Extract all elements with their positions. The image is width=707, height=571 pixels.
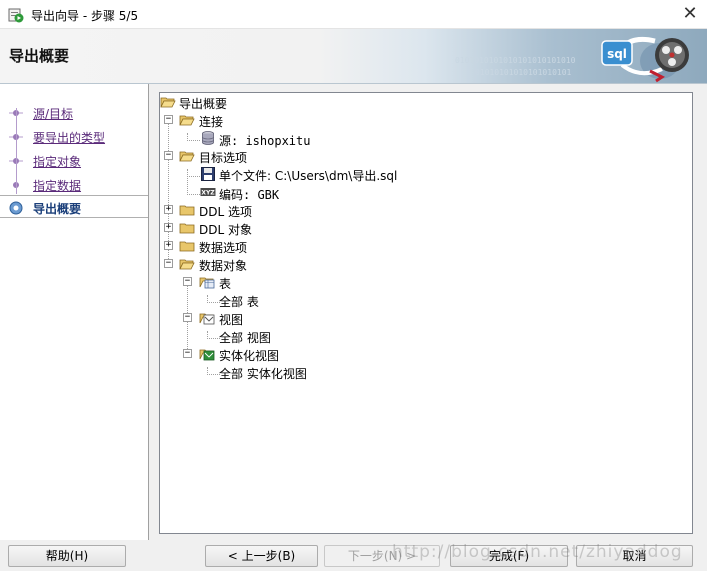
- collapse-toggle[interactable]: −: [183, 349, 192, 358]
- tree-node-ddl-objects[interactable]: + DDL 对象: [160, 219, 460, 237]
- tree-node-single-file[interactable]: 单个文件: C:\Users\dm\导出.sql: [160, 165, 540, 183]
- header-binary-text: 0101010101010101010101010: [455, 56, 576, 65]
- tree-node-label: 全部 表: [219, 295, 259, 309]
- tree-node-label: DDL 选项: [199, 205, 252, 219]
- tree-node-materialized-views[interactable]: − 实体化视图: [160, 345, 460, 363]
- collapse-toggle[interactable]: −: [164, 151, 173, 160]
- step-current-icon: [9, 201, 23, 215]
- steps-connector: [16, 108, 17, 194]
- collapse-toggle[interactable]: −: [183, 277, 192, 286]
- tree-node-encoding[interactable]: XYZ 编码: GBK: [160, 183, 460, 202]
- watermark-text: http://blog.csdn.net/zhiyaddog: [392, 542, 683, 562]
- summary-tree: 导出概要 − 连接 源: ishopxitu − 目标选项 单个文件: C:\U…: [159, 92, 693, 534]
- header-binary-text-2: 01010101010101010101: [475, 68, 572, 77]
- tree-node-tables[interactable]: − 表: [160, 273, 460, 291]
- tree-node-all-materialized-views[interactable]: 全部 实体化视图: [160, 363, 460, 381]
- tree-node-label: 全部 视图: [219, 331, 271, 345]
- collapse-toggle[interactable]: −: [164, 115, 173, 124]
- expand-toggle[interactable]: +: [164, 223, 173, 232]
- svg-text:sql: sql: [607, 47, 627, 61]
- folder-icon: [179, 223, 195, 234]
- collapse-toggle[interactable]: −: [164, 259, 173, 268]
- tree-node-data-options[interactable]: + 数据选项: [160, 237, 460, 255]
- open-folder-icon: [160, 97, 176, 108]
- tree-node-label: 数据对象: [199, 259, 248, 273]
- tree-node-target-options[interactable]: − 目标选项: [160, 147, 460, 165]
- tree-node-label: 实体化视图: [219, 349, 280, 363]
- encoding-icon: XYZ: [200, 188, 216, 197]
- close-button[interactable]: ✕: [673, 0, 707, 29]
- step-export-summary[interactable]: 导出概要: [0, 195, 148, 218]
- tree-node-label: 连接: [199, 115, 224, 129]
- title-bar: 导出向导 - 步骤 5/5 ✕: [0, 0, 707, 29]
- tree-node-connection[interactable]: − 连接: [160, 111, 460, 129]
- tree-node-label: 数据选项: [199, 241, 248, 255]
- tree-node-label: 全部 实体化视图: [219, 367, 307, 381]
- step-label[interactable]: 要导出的类型: [33, 129, 105, 146]
- save-disk-icon: [201, 167, 215, 181]
- svg-text:XYZ: XYZ: [201, 190, 215, 197]
- step-specify-data[interactable]: 指定数据: [0, 173, 148, 195]
- tree-node-label: 导出概要: [179, 97, 228, 111]
- tree-node-label: 单个文件: C:\Users\dm\导出.sql: [219, 169, 398, 183]
- tree-node-data-objects[interactable]: − 数据对象: [160, 255, 460, 273]
- step-source-target[interactable]: 源/目标: [0, 101, 148, 123]
- step-label[interactable]: 指定对象: [33, 153, 81, 170]
- back-button[interactable]: < 上一步(B): [205, 545, 318, 567]
- tree-node-label: DDL 对象: [199, 223, 252, 237]
- collapse-toggle[interactable]: −: [183, 313, 192, 322]
- export-wizard-icon: [8, 8, 24, 23]
- open-folder-icon: [179, 151, 195, 162]
- tree-node-root[interactable]: 导出概要: [160, 93, 460, 111]
- tree-node-ddl-options[interactable]: + DDL 选项: [160, 201, 460, 219]
- table-folder-icon: [199, 277, 215, 289]
- folder-icon: [179, 205, 195, 216]
- step-label[interactable]: 指定数据: [33, 177, 81, 194]
- materialized-view-folder-icon: [199, 349, 215, 361]
- step-specify-objects[interactable]: 指定对象: [0, 149, 148, 171]
- page-title: 导出概要: [9, 47, 70, 65]
- open-folder-icon: [179, 115, 195, 126]
- wizard-steps-sidebar: 源/目标 要导出的类型 指定对象 指定数据 导出概要: [0, 84, 149, 540]
- tree-node-label: 目标选项: [199, 151, 248, 165]
- open-folder-icon: [179, 259, 195, 270]
- step-label[interactable]: 导出概要: [33, 200, 81, 217]
- expand-toggle[interactable]: +: [164, 205, 173, 214]
- window-title: 导出向导 - 步骤 5/5: [31, 9, 139, 23]
- tree-node-views[interactable]: − 视图: [160, 309, 460, 327]
- tree-node-all-views[interactable]: 全部 视图: [160, 327, 460, 345]
- tree-node-label: 表: [219, 277, 232, 291]
- tree-node-all-tables[interactable]: 全部 表: [160, 291, 460, 309]
- step-export-types[interactable]: 要导出的类型: [0, 125, 148, 147]
- wizard-header: 导出概要 0101010101010101010101010 010101010…: [0, 29, 707, 84]
- sql-export-logo-icon: sql: [601, 36, 689, 83]
- step-label[interactable]: 源/目标: [33, 105, 73, 122]
- expand-toggle[interactable]: +: [164, 241, 173, 250]
- view-folder-icon: [199, 313, 215, 325]
- tree-node-label: 视图: [219, 313, 244, 327]
- database-icon: [202, 131, 214, 145]
- help-button[interactable]: 帮助(H): [8, 545, 126, 567]
- folder-icon: [179, 241, 195, 252]
- tree-node-source[interactable]: 源: ishopxitu: [160, 129, 460, 148]
